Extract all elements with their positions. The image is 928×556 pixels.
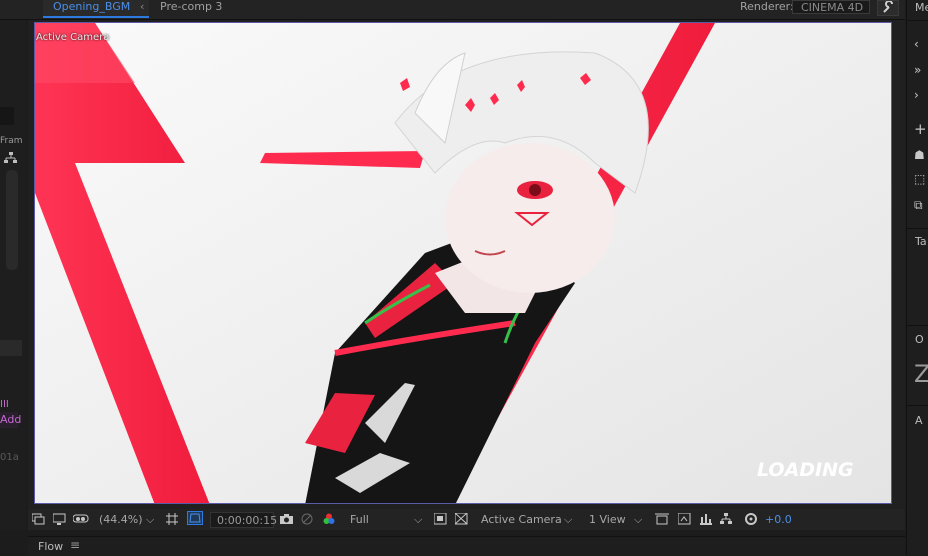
flowchart-icon[interactable] [720, 513, 733, 525]
pixel-aspect-icon[interactable] [655, 513, 670, 525]
active-camera-overlay-label: Active Camera [36, 32, 110, 43]
transparency-grid-icon[interactable] [454, 512, 468, 525]
region-of-interest-icon[interactable] [433, 512, 447, 525]
composition-canvas[interactable] [34, 22, 892, 504]
chevron-left-icon[interactable]: ‹ [914, 37, 919, 51]
panel-menu-icon[interactable]: ≡ [70, 538, 80, 552]
renderer-label: Renderer: [740, 0, 794, 13]
chevron-down-icon[interactable]: ⌵ [564, 509, 572, 530]
fast-previews-icon[interactable] [677, 512, 691, 525]
renderer-select[interactable]: CINEMA 4D [792, 0, 870, 14]
chevron-down-icon[interactable]: ⌵ [146, 509, 154, 530]
anime-character-artwork [35, 23, 891, 503]
right-panel-section-o[interactable]: O [915, 333, 924, 346]
timecode-fragment: 01a [0, 452, 19, 463]
vr-glasses-icon[interactable] [72, 513, 89, 525]
right-panel-tab[interactable]: Ta [915, 235, 927, 248]
right-panel [906, 0, 928, 555]
magnification-select[interactable]: (44.4%) [99, 509, 143, 530]
right-panel-glyph: Z [914, 360, 928, 388]
show-snapshot-icon[interactable] [301, 513, 314, 525]
always-preview-icon[interactable] [31, 513, 45, 525]
camera-view-select[interactable]: Active Camera [481, 509, 562, 530]
add-icon[interactable]: + [914, 122, 927, 137]
add-button[interactable]: Add [0, 412, 21, 428]
copy-icon[interactable]: ⧉ [914, 198, 923, 212]
tab-opening-bgm[interactable]: Opening_BGM [43, 0, 149, 18]
camera-snapshot-icon[interactable] [280, 513, 294, 525]
layer-bars-icon: III [0, 399, 9, 410]
exposure-value[interactable]: +0.0 [765, 509, 792, 530]
expand-arrows-icon[interactable]: » [914, 63, 921, 77]
current-time-field[interactable]: 0:00:00:15 [210, 512, 277, 528]
flow-panel [28, 536, 905, 556]
view-layout-select[interactable]: 1 View [589, 509, 626, 530]
wrench-icon [883, 0, 893, 13]
chevron-down-icon[interactable]: ⌵ [634, 509, 642, 530]
timeline-icon[interactable] [700, 513, 713, 525]
people-icon[interactable]: ☗ [914, 148, 925, 162]
frame-column-header: Fram [0, 136, 23, 146]
hierarchy-icon[interactable] [4, 152, 18, 167]
chevron-down-icon[interactable]: ⌵ [414, 509, 422, 530]
chevron-right-icon[interactable]: › [914, 88, 919, 102]
monitor-icon[interactable] [52, 513, 66, 525]
tab-nav-arrow-icon[interactable]: ‹ [140, 0, 144, 14]
grid-guides-icon[interactable] [166, 513, 179, 525]
renderer-options-button[interactable] [877, 0, 899, 16]
mask-visibility-icon[interactable] [187, 511, 203, 525]
right-panel-title[interactable]: Me [915, 1, 928, 14]
loading-text: LOADING [757, 459, 854, 481]
right-panel-section-a[interactable]: A [915, 414, 923, 427]
project-scrollbar[interactable] [6, 170, 18, 270]
tab-pre-comp-3[interactable]: Pre-comp 3 [160, 0, 222, 18]
project-panel-field[interactable] [0, 107, 14, 125]
color-channels-icon[interactable] [323, 513, 336, 525]
selection-icon[interactable]: ⬚ [914, 172, 925, 186]
resolution-select[interactable]: Full [350, 509, 369, 530]
reset-exposure-icon[interactable] [745, 513, 758, 525]
project-panel-footer [0, 340, 22, 356]
flow-panel-title[interactable]: Flow [38, 540, 63, 553]
